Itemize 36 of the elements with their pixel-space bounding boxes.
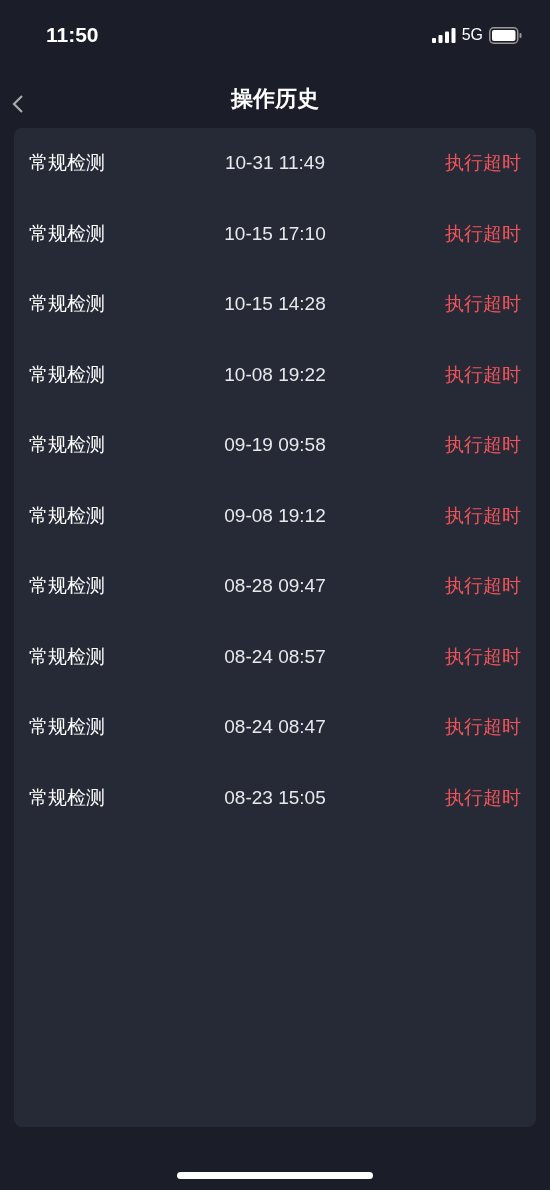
signal-icon bbox=[431, 27, 456, 43]
operation-name: 常规检测 bbox=[29, 220, 105, 246]
operation-result: 执行超时 bbox=[445, 502, 521, 528]
operation-result: 执行超时 bbox=[445, 573, 521, 599]
operation-time: 08-24 08:47 bbox=[224, 716, 326, 739]
network-label: 5G bbox=[461, 26, 483, 44]
operation-result: 执行超时 bbox=[445, 150, 521, 176]
operation-result: 执行超时 bbox=[445, 220, 521, 246]
status-time: 11:50 bbox=[46, 23, 99, 47]
operation-name: 常规检测 bbox=[29, 784, 105, 810]
operation-result: 执行超时 bbox=[445, 714, 521, 740]
operation-time: 10-31 11:49 bbox=[225, 152, 325, 175]
operation-name: 常规检测 bbox=[29, 361, 105, 387]
operation-name: 常规检测 bbox=[29, 502, 105, 528]
operation-time: 10-15 14:28 bbox=[224, 293, 326, 316]
operation-time: 09-19 09:58 bbox=[224, 434, 326, 457]
operation-time: 08-24 08:57 bbox=[224, 645, 326, 668]
operation-result: 执行超时 bbox=[445, 361, 521, 387]
operation-name: 常规检测 bbox=[29, 432, 105, 458]
back-icon[interactable] bbox=[11, 94, 25, 114]
operation-result: 执行超时 bbox=[445, 432, 521, 458]
operation-result: 执行超时 bbox=[445, 643, 521, 669]
operation-time: 10-15 17:10 bbox=[224, 222, 326, 245]
operation-name: 常规检测 bbox=[29, 573, 105, 599]
operation-time: 08-23 15:05 bbox=[224, 786, 326, 809]
operation-result: 执行超时 bbox=[445, 291, 521, 317]
operation-name: 常规检测 bbox=[29, 150, 105, 176]
battery-icon bbox=[489, 26, 522, 44]
page-title: 操作历史 bbox=[231, 85, 319, 113]
operation-name: 常规检测 bbox=[29, 714, 105, 740]
operation-time: 08-28 09:47 bbox=[224, 575, 326, 598]
operation-name: 常规检测 bbox=[29, 291, 105, 317]
operation-result: 执行超时 bbox=[445, 784, 521, 810]
operation-time: 09-08 19:12 bbox=[224, 504, 326, 527]
operation-time: 10-08 19:22 bbox=[224, 363, 326, 386]
operation-name: 常规检测 bbox=[29, 643, 105, 669]
